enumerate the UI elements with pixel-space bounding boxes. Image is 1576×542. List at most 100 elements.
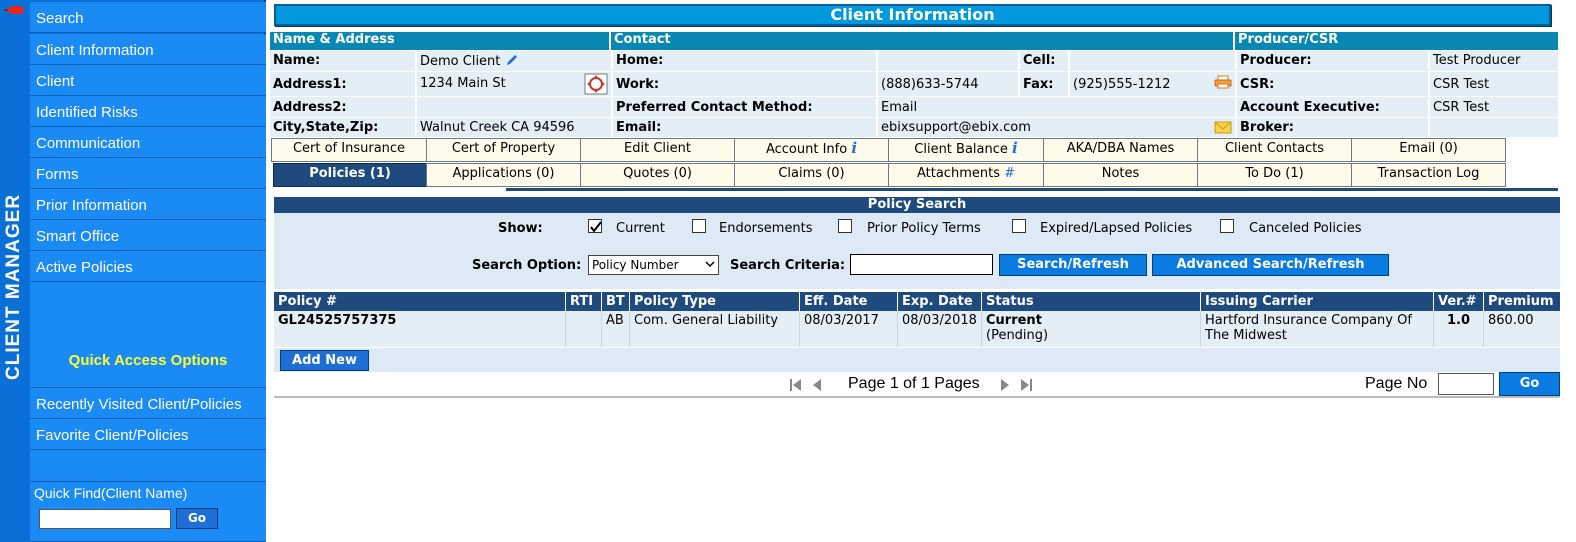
tabs-underline bbox=[506, 188, 1558, 191]
attachment-hash-icon: # bbox=[1004, 166, 1016, 181]
broker-value bbox=[1428, 118, 1558, 137]
sidebar: Search Client Information Client Identif… bbox=[30, 0, 266, 542]
info-row-4: City,State,Zip: Walnut Creek CA 94596 Em… bbox=[270, 118, 1558, 137]
prev-page-icon[interactable] bbox=[810, 377, 824, 393]
page-no-input[interactable] bbox=[1438, 373, 1494, 395]
client-manager-title: CLIENT MANAGER bbox=[3, 193, 24, 380]
tab-claims[interactable]: Claims (0) bbox=[734, 163, 889, 187]
checkbox-expired-lapsed[interactable] bbox=[1012, 219, 1026, 233]
version-value: 1.0 bbox=[1434, 311, 1484, 347]
checkbox-endorsements[interactable] bbox=[692, 219, 706, 233]
home-label: Home: bbox=[611, 51, 876, 71]
bt-value: AB bbox=[602, 311, 630, 347]
sidebar-item-smart-office[interactable]: Smart Office bbox=[30, 220, 266, 251]
email-label: Email: bbox=[611, 118, 876, 137]
col-header-version: Ver.# bbox=[1434, 292, 1484, 311]
sidebar-item-active-policies[interactable]: Active Policies bbox=[30, 251, 266, 282]
tab-email[interactable]: Email (0) bbox=[1351, 138, 1506, 162]
tab-cert-of-insurance[interactable]: Cert of Insurance bbox=[271, 138, 427, 162]
tab-attachments-label: Attachments bbox=[916, 166, 1000, 181]
tab-applications[interactable]: Applications (0) bbox=[426, 163, 581, 187]
pin-icon[interactable] bbox=[4, 4, 26, 16]
checkbox-current[interactable] bbox=[588, 219, 602, 233]
edit-pencil-icon[interactable] bbox=[505, 53, 519, 67]
tab-client-contacts[interactable]: Client Contacts bbox=[1197, 138, 1352, 162]
sidebar-item-communication[interactable]: Communication bbox=[30, 127, 266, 158]
sidebar-item-search[interactable]: Search bbox=[30, 2, 266, 33]
quick-access-panel bbox=[30, 282, 266, 388]
section-contact: Contact bbox=[611, 32, 1235, 50]
check-icon bbox=[590, 221, 602, 233]
map-icon[interactable] bbox=[584, 73, 608, 95]
csr-value: CSR Test bbox=[1428, 72, 1558, 96]
preferred-contact-value: Email bbox=[876, 97, 1235, 117]
chevron-down-icon bbox=[705, 261, 715, 268]
tab-account-info[interactable]: Account Info i bbox=[734, 138, 889, 162]
sidebar-item-forms[interactable]: Forms bbox=[30, 158, 266, 189]
col-header-eff-date: Eff. Date bbox=[800, 292, 898, 311]
col-header-exp-date: Exp. Date bbox=[898, 292, 982, 311]
next-page-icon[interactable] bbox=[998, 377, 1012, 393]
sidebar-item-favorites[interactable]: Favorite Client/Policies bbox=[30, 419, 266, 450]
email-value[interactable]: ebixsupport@ebix.com bbox=[876, 118, 1235, 137]
search-option-select[interactable]: Policy Number bbox=[588, 255, 719, 275]
table-row[interactable]: GL24525757375 AB Com. General Liability … bbox=[274, 311, 1560, 347]
first-page-icon[interactable] bbox=[788, 377, 804, 393]
page-status-text: Page 1 of 1 Pages bbox=[848, 375, 980, 392]
search-refresh-button[interactable]: Search/Refresh bbox=[999, 254, 1147, 276]
sidebar-item-recently-visited[interactable]: Recently Visited Client/Policies bbox=[30, 388, 266, 419]
filter-prior-terms-label: Prior Policy Terms bbox=[867, 221, 981, 236]
col-header-carrier: Issuing Carrier bbox=[1201, 292, 1434, 311]
tab-transaction-log[interactable]: Transaction Log bbox=[1351, 163, 1506, 187]
sidebar-item-client-information[interactable]: Client Information bbox=[30, 34, 266, 65]
sidebar-item-prior-information[interactable]: Prior Information bbox=[30, 189, 266, 220]
policy-search-title: Policy Search bbox=[274, 197, 1560, 213]
quick-access-title: Quick Access Options bbox=[68, 352, 228, 369]
add-new-bar: Add New bbox=[274, 348, 1560, 372]
eff-date: 08/03/2017 bbox=[800, 311, 898, 347]
carrier-line-2: The Midwest bbox=[1205, 328, 1287, 343]
sidebar-item-client[interactable]: Client bbox=[30, 65, 266, 96]
quick-find-input[interactable] bbox=[39, 509, 171, 529]
client-name: Demo Client bbox=[420, 54, 501, 69]
csr-label: CSR: bbox=[1235, 72, 1428, 96]
tab-client-balance-label: Client Balance bbox=[914, 142, 1008, 157]
tab-attachments[interactable]: Attachments # bbox=[888, 163, 1044, 187]
carrier-line-1: Hartford Insurance Company Of bbox=[1205, 313, 1412, 328]
preferred-contact-label: Preferred Contact Method: bbox=[611, 97, 876, 117]
tab-client-balance[interactable]: Client Balance i bbox=[888, 138, 1044, 162]
tab-cert-of-property[interactable]: Cert of Property bbox=[426, 138, 581, 162]
sidebar-item-identified-risks[interactable]: Identified Risks bbox=[30, 96, 266, 127]
col-header-policy-type: Policy Type bbox=[630, 292, 800, 311]
info-icon: i bbox=[851, 139, 858, 157]
quick-find-go-button[interactable]: Go bbox=[176, 508, 218, 529]
checkbox-canceled[interactable] bbox=[1220, 219, 1234, 233]
last-page-icon[interactable] bbox=[1018, 377, 1034, 393]
add-new-button[interactable]: Add New bbox=[280, 350, 369, 371]
tab-aka-dba-names[interactable]: AKA/DBA Names bbox=[1043, 138, 1198, 162]
filter-canceled-label: Canceled Policies bbox=[1249, 221, 1362, 236]
quick-find-label: Quick Find(Client Name) bbox=[34, 485, 188, 501]
checkbox-prior-policy-terms[interactable] bbox=[838, 219, 852, 233]
info-row-3: Address2: Preferred Contact Method: Emai… bbox=[270, 97, 1558, 117]
address1-value: 1234 Main St bbox=[415, 72, 611, 96]
fax-printer-icon[interactable] bbox=[1214, 75, 1232, 89]
col-header-rti: RTI bbox=[566, 292, 602, 311]
fax-value: (925)555-1212 bbox=[1068, 72, 1235, 96]
work-value: (888)633-5744 bbox=[876, 72, 1018, 96]
tab-edit-client[interactable]: Edit Client bbox=[580, 138, 735, 162]
search-criteria-input[interactable] bbox=[850, 254, 993, 275]
producer-label: Producer: bbox=[1235, 51, 1428, 71]
page-no-label: Page No bbox=[1365, 375, 1428, 392]
tab-to-do[interactable]: To Do (1) bbox=[1197, 163, 1352, 187]
col-header-bt: BT bbox=[602, 292, 630, 311]
sidebar-spacer bbox=[30, 450, 266, 482]
policy-number[interactable]: GL24525757375 bbox=[274, 311, 566, 347]
advanced-search-button[interactable]: Advanced Search/Refresh bbox=[1152, 254, 1389, 276]
tab-notes[interactable]: Notes bbox=[1043, 163, 1198, 187]
tab-quotes[interactable]: Quotes (0) bbox=[580, 163, 735, 187]
email-envelope-icon[interactable] bbox=[1214, 120, 1232, 134]
page-go-button[interactable]: Go bbox=[1499, 372, 1560, 396]
tab-policies[interactable]: Policies (1) bbox=[273, 163, 427, 187]
fax-label: Fax: bbox=[1018, 72, 1068, 96]
